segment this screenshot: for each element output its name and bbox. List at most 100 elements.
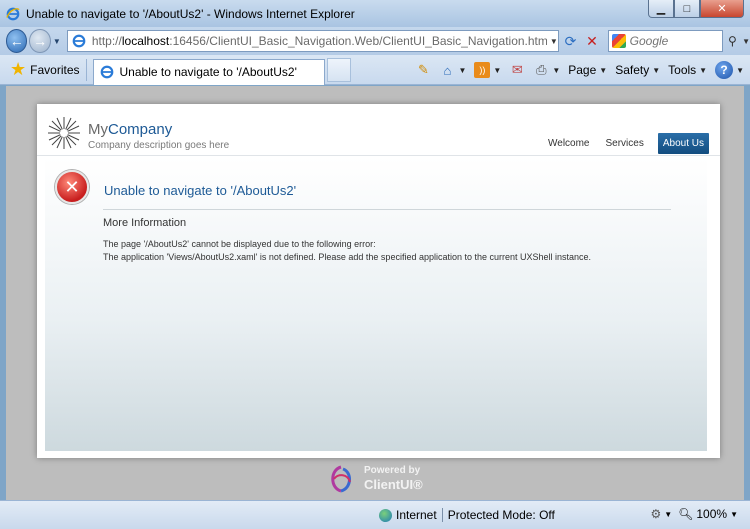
home-icon: ⌂ xyxy=(443,62,452,78)
tab-command-row: ★ Favorites Unable to navigate to '/Abou… xyxy=(0,55,750,85)
refresh-button[interactable]: ⟳ xyxy=(561,30,580,52)
search-input[interactable] xyxy=(629,34,722,48)
clientui-logo-icon xyxy=(331,465,351,493)
settings-dropdown[interactable]: ▼ xyxy=(664,510,672,519)
printer-icon: ⎙ xyxy=(536,62,547,77)
brand-name: MyCompany xyxy=(88,121,172,138)
url-host: localhost xyxy=(121,34,170,48)
feeds-button[interactable]: )) ▼ xyxy=(474,62,501,78)
divider xyxy=(441,508,443,522)
page-viewport: MyCompany Company description goes here … xyxy=(6,86,744,500)
pen-icon: ✎ xyxy=(418,62,429,77)
rss-icon: )) xyxy=(474,62,491,78)
mail-button[interactable]: ✉ xyxy=(509,62,525,78)
security-settings-icon[interactable]: ⚙ xyxy=(650,507,661,521)
window-title: Unable to navigate to '/AboutUs2' - Wind… xyxy=(26,6,355,21)
error-message: The page '/AboutUs2' cannot be displayed… xyxy=(103,238,591,263)
favorites-button[interactable]: ★ Favorites xyxy=(10,59,80,80)
help-icon: ? xyxy=(715,61,734,79)
ie-page-icon xyxy=(72,34,86,48)
refresh-icon: ⟳ xyxy=(564,32,577,49)
error-panel: ✕ Unable to navigate to '/AboutUs2' More… xyxy=(45,157,707,451)
chevron-down-icon: ▼ xyxy=(699,65,708,75)
minimize-button[interactable]: ▁ xyxy=(648,0,674,18)
app-shell: MyCompany Company description goes here … xyxy=(37,104,720,458)
brand-part-company: Company xyxy=(108,121,173,138)
company-tagline: Company description goes here xyxy=(88,140,230,151)
zoom-level[interactable]: 100% xyxy=(696,507,727,521)
zone-label: Internet xyxy=(396,508,437,522)
powered-by-label: Powered by xyxy=(364,465,421,476)
error-message-line-2: The application 'Views/AboutUs2.xaml' is… xyxy=(103,251,592,262)
chevron-down-icon: ▼ xyxy=(599,65,608,75)
globe-icon xyxy=(379,508,392,522)
mail-icon: ✉ xyxy=(511,62,523,77)
star-icon: ★ xyxy=(10,59,27,79)
url-path: :16456/ClientUI_Basic_Navigation.Web/Cli… xyxy=(169,34,547,48)
search-dropdown[interactable]: ▼ xyxy=(742,37,750,46)
page-menu[interactable]: Page ▼ xyxy=(568,63,607,77)
powered-by-clientui: Powered by ClientUI® xyxy=(324,461,444,497)
error-icon: ✕ xyxy=(55,170,89,204)
clientui-label: ClientUI® xyxy=(364,477,423,492)
home-button[interactable]: ⌂ ▼ xyxy=(439,62,467,78)
chevron-down-icon: ▼ xyxy=(652,65,661,75)
tab-title: Unable to navigate to '/AboutUs2' xyxy=(119,65,297,79)
close-button[interactable]: ✕ xyxy=(700,0,744,18)
window-controls: ▁ □ ✕ xyxy=(648,0,744,18)
print-dropdown[interactable]: ▼ xyxy=(552,66,560,75)
google-icon xyxy=(611,34,626,48)
forward-button[interactable]: → xyxy=(29,29,51,53)
stop-button[interactable]: ✕ xyxy=(582,30,601,52)
home-dropdown[interactable]: ▼ xyxy=(458,66,466,75)
url-prefix: http:// xyxy=(91,34,122,48)
error-title: Unable to navigate to '/AboutUs2' xyxy=(104,183,297,198)
company-logo-icon xyxy=(48,117,80,149)
ie-page-icon xyxy=(100,65,113,79)
search-button[interactable]: ⚲ xyxy=(723,30,742,52)
command-bar: ✎ ⌂ ▼ )) ▼ ✉ ⎙ ▼ Page ▼ Safety ▼ Tools ▼ ? ▼ xyxy=(407,55,744,85)
back-button[interactable]: ← xyxy=(6,29,28,53)
print-button[interactable]: ⎙ ▼ xyxy=(533,62,560,78)
recent-pages-dropdown[interactable]: ▼ xyxy=(53,37,61,46)
suggested-sites-button[interactable]: ✎ xyxy=(415,62,431,78)
search-icon: ⚲ xyxy=(727,34,737,48)
security-zone[interactable]: Internet Protected Mode: Off xyxy=(379,508,555,522)
stop-icon: ✕ xyxy=(586,32,598,49)
address-dropdown[interactable]: ▼ xyxy=(550,37,558,46)
help-dropdown[interactable]: ▼ xyxy=(736,66,744,75)
brand-part-my: My xyxy=(88,121,108,138)
status-right: ⚙ ▼ 🔍︎ 100% ▼ xyxy=(650,507,744,521)
maximize-button[interactable]: □ xyxy=(674,0,700,18)
help-button[interactable]: ? ▼ xyxy=(715,61,744,79)
nav-services[interactable]: Services xyxy=(606,138,644,149)
zoom-icon: 🔍︎ xyxy=(678,507,694,521)
address-url[interactable]: http://localhost:16456/ClientUI_Basic_Na… xyxy=(92,34,547,48)
nav-about-us[interactable]: About Us xyxy=(657,133,709,154)
protected-mode-label: Protected Mode: Off xyxy=(447,508,555,522)
address-bar[interactable]: http://localhost:16456/ClientUI_Basic_Na… xyxy=(66,30,559,52)
app-header: MyCompany Company description goes here … xyxy=(37,104,720,156)
tools-menu[interactable]: Tools ▼ xyxy=(668,63,707,77)
ie-logo-icon xyxy=(6,7,20,20)
feeds-dropdown[interactable]: ▼ xyxy=(493,66,501,75)
status-bar: Internet Protected Mode: Off ⚙ ▼ 🔍︎ 100%… xyxy=(0,500,750,529)
nav-welcome[interactable]: Welcome xyxy=(548,138,590,149)
divider xyxy=(103,209,671,210)
arrow-right-icon: → xyxy=(33,33,48,49)
new-tab-button[interactable] xyxy=(326,57,351,82)
zoom-dropdown[interactable]: ▼ xyxy=(730,510,738,519)
arrow-left-icon: ← xyxy=(9,33,24,49)
main-nav: Welcome Services About Us xyxy=(532,133,709,154)
error-message-line-1: The page '/AboutUs2' cannot be displayed… xyxy=(103,239,376,249)
tools-menu-label: Tools xyxy=(668,63,697,77)
tab-active[interactable]: Unable to navigate to '/AboutUs2' xyxy=(92,58,325,85)
address-row: ← → ▼ http://localhost:16456/ClientUI_Ba… xyxy=(0,27,750,55)
more-information-heading: More Information xyxy=(103,217,187,229)
favorites-label: Favorites xyxy=(30,62,80,77)
safety-menu[interactable]: Safety ▼ xyxy=(615,63,660,77)
divider xyxy=(85,58,87,81)
safety-menu-label: Safety xyxy=(615,63,650,77)
window-title-bar: Unable to navigate to '/AboutUs2' - Wind… xyxy=(0,0,750,27)
search-box[interactable] xyxy=(607,30,723,52)
